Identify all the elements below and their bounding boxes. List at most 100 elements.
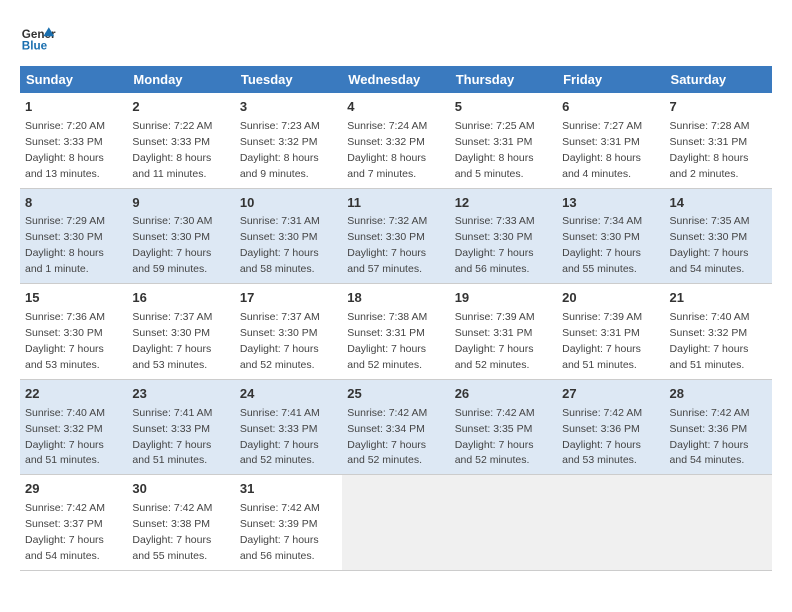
day-number: 16 (132, 289, 229, 308)
calendar-day-cell: 18 Sunrise: 7:38 AMSunset: 3:31 PMDaylig… (342, 284, 449, 380)
day-info: Sunrise: 7:33 AMSunset: 3:30 PMDaylight:… (455, 215, 535, 275)
day-number: 12 (455, 194, 552, 213)
day-info: Sunrise: 7:35 AMSunset: 3:30 PMDaylight:… (670, 215, 750, 275)
day-info: Sunrise: 7:42 AMSunset: 3:34 PMDaylight:… (347, 407, 427, 467)
day-number: 13 (562, 194, 659, 213)
calendar-day-cell: 31 Sunrise: 7:42 AMSunset: 3:39 PMDaylig… (235, 475, 342, 571)
logo: General Blue (20, 20, 56, 56)
day-number: 6 (562, 98, 659, 117)
day-info: Sunrise: 7:42 AMSunset: 3:36 PMDaylight:… (562, 407, 642, 467)
calendar-day-cell: 14 Sunrise: 7:35 AMSunset: 3:30 PMDaylig… (665, 188, 772, 284)
day-number: 4 (347, 98, 444, 117)
calendar-week-row: 1 Sunrise: 7:20 AMSunset: 3:33 PMDayligh… (20, 93, 772, 188)
calendar-day-cell: 15 Sunrise: 7:36 AMSunset: 3:30 PMDaylig… (20, 284, 127, 380)
day-number: 30 (132, 480, 229, 499)
calendar-day-cell (665, 475, 772, 571)
day-info: Sunrise: 7:39 AMSunset: 3:31 PMDaylight:… (455, 311, 535, 371)
day-number: 26 (455, 385, 552, 404)
calendar-week-row: 8 Sunrise: 7:29 AMSunset: 3:30 PMDayligh… (20, 188, 772, 284)
calendar-day-cell: 4 Sunrise: 7:24 AMSunset: 3:32 PMDayligh… (342, 93, 449, 188)
calendar-table: SundayMondayTuesdayWednesdayThursdayFrid… (20, 66, 772, 571)
day-number: 15 (25, 289, 122, 308)
day-number: 11 (347, 194, 444, 213)
day-number: 2 (132, 98, 229, 117)
calendar-day-cell: 13 Sunrise: 7:34 AMSunset: 3:30 PMDaylig… (557, 188, 664, 284)
calendar-day-cell: 30 Sunrise: 7:42 AMSunset: 3:38 PMDaylig… (127, 475, 234, 571)
logo-icon: General Blue (20, 20, 56, 56)
calendar-week-row: 22 Sunrise: 7:40 AMSunset: 3:32 PMDaylig… (20, 379, 772, 475)
calendar-day-cell: 28 Sunrise: 7:42 AMSunset: 3:36 PMDaylig… (665, 379, 772, 475)
calendar-day-cell: 29 Sunrise: 7:42 AMSunset: 3:37 PMDaylig… (20, 475, 127, 571)
weekday-header-row: SundayMondayTuesdayWednesdayThursdayFrid… (20, 66, 772, 93)
day-info: Sunrise: 7:42 AMSunset: 3:36 PMDaylight:… (670, 407, 750, 467)
day-number: 9 (132, 194, 229, 213)
calendar-day-cell: 10 Sunrise: 7:31 AMSunset: 3:30 PMDaylig… (235, 188, 342, 284)
svg-text:Blue: Blue (22, 40, 48, 53)
calendar-day-cell: 9 Sunrise: 7:30 AMSunset: 3:30 PMDayligh… (127, 188, 234, 284)
day-info: Sunrise: 7:42 AMSunset: 3:37 PMDaylight:… (25, 502, 105, 562)
day-number: 22 (25, 385, 122, 404)
weekday-header: Thursday (450, 66, 557, 93)
calendar-day-cell: 23 Sunrise: 7:41 AMSunset: 3:33 PMDaylig… (127, 379, 234, 475)
calendar-day-cell (342, 475, 449, 571)
day-info: Sunrise: 7:29 AMSunset: 3:30 PMDaylight:… (25, 215, 105, 275)
calendar-day-cell: 24 Sunrise: 7:41 AMSunset: 3:33 PMDaylig… (235, 379, 342, 475)
day-number: 14 (670, 194, 767, 213)
calendar-day-cell: 17 Sunrise: 7:37 AMSunset: 3:30 PMDaylig… (235, 284, 342, 380)
day-info: Sunrise: 7:27 AMSunset: 3:31 PMDaylight:… (562, 120, 642, 180)
calendar-day-cell: 12 Sunrise: 7:33 AMSunset: 3:30 PMDaylig… (450, 188, 557, 284)
day-number: 7 (670, 98, 767, 117)
day-number: 24 (240, 385, 337, 404)
weekday-header: Wednesday (342, 66, 449, 93)
calendar-day-cell: 19 Sunrise: 7:39 AMSunset: 3:31 PMDaylig… (450, 284, 557, 380)
day-info: Sunrise: 7:42 AMSunset: 3:35 PMDaylight:… (455, 407, 535, 467)
day-info: Sunrise: 7:24 AMSunset: 3:32 PMDaylight:… (347, 120, 427, 180)
weekday-header: Monday (127, 66, 234, 93)
day-info: Sunrise: 7:34 AMSunset: 3:30 PMDaylight:… (562, 215, 642, 275)
day-number: 25 (347, 385, 444, 404)
day-number: 10 (240, 194, 337, 213)
page-header: General Blue (20, 20, 772, 56)
day-info: Sunrise: 7:42 AMSunset: 3:39 PMDaylight:… (240, 502, 320, 562)
calendar-day-cell: 8 Sunrise: 7:29 AMSunset: 3:30 PMDayligh… (20, 188, 127, 284)
day-number: 31 (240, 480, 337, 499)
calendar-day-cell: 26 Sunrise: 7:42 AMSunset: 3:35 PMDaylig… (450, 379, 557, 475)
day-info: Sunrise: 7:41 AMSunset: 3:33 PMDaylight:… (240, 407, 320, 467)
day-info: Sunrise: 7:36 AMSunset: 3:30 PMDaylight:… (25, 311, 105, 371)
day-info: Sunrise: 7:32 AMSunset: 3:30 PMDaylight:… (347, 215, 427, 275)
calendar-day-cell: 3 Sunrise: 7:23 AMSunset: 3:32 PMDayligh… (235, 93, 342, 188)
day-info: Sunrise: 7:30 AMSunset: 3:30 PMDaylight:… (132, 215, 212, 275)
day-info: Sunrise: 7:42 AMSunset: 3:38 PMDaylight:… (132, 502, 212, 562)
calendar-day-cell: 6 Sunrise: 7:27 AMSunset: 3:31 PMDayligh… (557, 93, 664, 188)
weekday-header: Sunday (20, 66, 127, 93)
calendar-day-cell (450, 475, 557, 571)
day-number: 1 (25, 98, 122, 117)
day-number: 3 (240, 98, 337, 117)
day-info: Sunrise: 7:28 AMSunset: 3:31 PMDaylight:… (670, 120, 750, 180)
calendar-day-cell (557, 475, 664, 571)
day-number: 5 (455, 98, 552, 117)
calendar-week-row: 29 Sunrise: 7:42 AMSunset: 3:37 PMDaylig… (20, 475, 772, 571)
day-info: Sunrise: 7:20 AMSunset: 3:33 PMDaylight:… (25, 120, 105, 180)
calendar-day-cell: 21 Sunrise: 7:40 AMSunset: 3:32 PMDaylig… (665, 284, 772, 380)
day-number: 23 (132, 385, 229, 404)
calendar-day-cell: 25 Sunrise: 7:42 AMSunset: 3:34 PMDaylig… (342, 379, 449, 475)
calendar-week-row: 15 Sunrise: 7:36 AMSunset: 3:30 PMDaylig… (20, 284, 772, 380)
day-info: Sunrise: 7:37 AMSunset: 3:30 PMDaylight:… (240, 311, 320, 371)
day-info: Sunrise: 7:25 AMSunset: 3:31 PMDaylight:… (455, 120, 535, 180)
weekday-header: Saturday (665, 66, 772, 93)
day-number: 21 (670, 289, 767, 308)
day-info: Sunrise: 7:39 AMSunset: 3:31 PMDaylight:… (562, 311, 642, 371)
day-info: Sunrise: 7:23 AMSunset: 3:32 PMDaylight:… (240, 120, 320, 180)
day-number: 28 (670, 385, 767, 404)
day-number: 20 (562, 289, 659, 308)
day-info: Sunrise: 7:31 AMSunset: 3:30 PMDaylight:… (240, 215, 320, 275)
weekday-header: Friday (557, 66, 664, 93)
weekday-header: Tuesday (235, 66, 342, 93)
calendar-day-cell: 20 Sunrise: 7:39 AMSunset: 3:31 PMDaylig… (557, 284, 664, 380)
day-number: 17 (240, 289, 337, 308)
calendar-day-cell: 1 Sunrise: 7:20 AMSunset: 3:33 PMDayligh… (20, 93, 127, 188)
calendar-day-cell: 7 Sunrise: 7:28 AMSunset: 3:31 PMDayligh… (665, 93, 772, 188)
day-info: Sunrise: 7:40 AMSunset: 3:32 PMDaylight:… (25, 407, 105, 467)
calendar-day-cell: 11 Sunrise: 7:32 AMSunset: 3:30 PMDaylig… (342, 188, 449, 284)
